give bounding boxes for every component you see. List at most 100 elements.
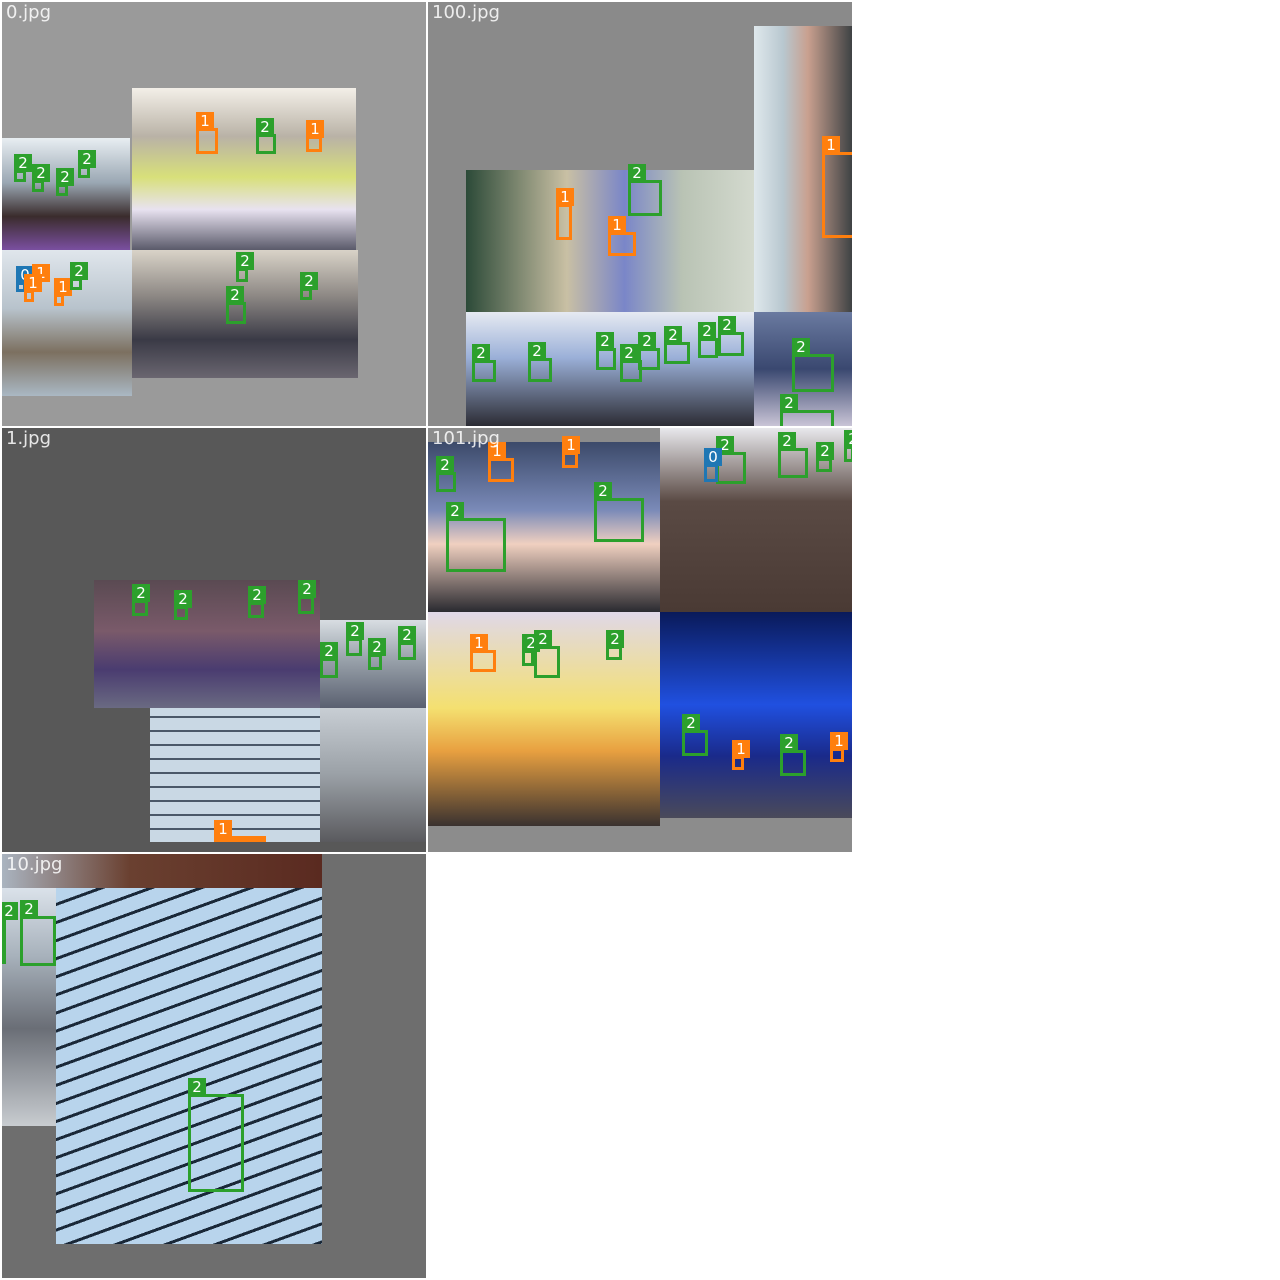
class-label: 2 [528,342,546,360]
mosaic-tile-10: 2 2 2 10.jpg [2,854,426,1278]
class-label: 2 [816,442,834,460]
detection-box: 1 [306,120,324,152]
class-label: 2 [32,164,50,182]
class-label: 2 [236,252,254,270]
class-label: 2 [718,316,736,334]
photo-tiled-wall [150,708,320,842]
detection-box: 2 [628,164,662,216]
class-label: 1 [830,732,848,750]
photo-station-cart [320,708,426,842]
class-label: 1 [608,216,626,234]
class-label: 1 [556,188,574,206]
class-label: 2 [596,332,614,350]
class-label: 1 [732,740,750,758]
detection-box: 1 [562,436,580,468]
detection-box: 2 [436,456,456,492]
tile-filename: 10.jpg [6,854,63,875]
detection-box: 2 [844,430,852,462]
class-label: 2 [56,168,74,186]
detection-box: 1 [24,274,42,302]
class-label: 2 [780,394,798,412]
tile-filename: 0.jpg [6,2,52,23]
class-label: 2 [346,622,364,640]
class-label: 2 [248,586,266,604]
class-label: 2 [778,432,796,450]
class-label: 2 [472,344,490,362]
class-label: 2 [14,154,32,172]
detection-box: 2 [256,118,276,154]
detection-box: 1 [556,188,574,240]
detection-box: 2 [14,154,32,182]
class-label: 2 [620,344,638,362]
class-label: 0 [704,448,722,466]
class-label: 2 [174,590,192,608]
detection-box: 2 [398,626,416,660]
detection-box: 2 [594,482,644,542]
detection-box: 2 [346,622,364,656]
class-label: 2 [132,584,150,602]
class-label: 2 [638,332,656,350]
detection-box: 2 [718,316,744,356]
detection-box: 1 [54,278,72,306]
class-label: 1 [822,136,840,154]
class-label: 2 [628,164,646,182]
detection-box: 2 [32,164,50,192]
detection-box: 2 [446,502,506,572]
tile-filename: 101.jpg [432,428,500,449]
class-label: 2 [780,734,798,752]
detection-box: 2 [778,432,808,478]
class-label: 2 [256,118,274,136]
class-label: 2 [792,338,810,356]
class-label: 2 [534,630,552,648]
detection-box: 2 [298,580,316,614]
detection-box: 2 [528,342,552,382]
detection-box: 2 [368,638,386,670]
detection-box: 2 [472,344,496,382]
detection-box: 2 [596,332,616,370]
detection-box: 2 [816,442,834,472]
mosaic-tile-1: 2 2 2 2 2 2 2 2 1 1.jpg [2,428,426,852]
detection-box: 2 [606,630,624,660]
class-label: 2 [594,482,612,500]
detection-box: 2 [226,286,246,324]
detection-box: 1 [470,634,496,672]
class-label: 2 [2,902,18,920]
class-label: 2 [698,322,716,340]
class-label: 2 [446,502,464,520]
detection-box: 2 [682,714,708,756]
class-label: 1 [24,274,42,292]
class-label: 2 [606,630,624,648]
mosaic-tile-0: 2 2 2 2 1 2 1 0 1 1 1 2 2 2 2 0.jpg [2,2,426,426]
detection-box: 2 [132,584,150,616]
detection-box: 2 [56,168,74,196]
class-label: 2 [320,642,338,660]
detection-box: 2 [248,586,266,618]
detection-box: 2 [2,902,18,964]
class-label: 2 [436,456,454,474]
detection-box: 1 [196,112,218,154]
class-label: 1 [562,436,580,454]
class-label: 2 [188,1078,206,1096]
detection-box: 2 [698,322,718,358]
detection-box: 2 [780,394,834,426]
detection-box: 2 [522,634,540,666]
class-label: 2 [78,150,96,168]
detection-box: 2 [320,642,338,678]
class-label: 1 [196,112,214,130]
detection-box: 2 [534,630,560,678]
detection-box: 2 [664,326,690,364]
detection-box: 2 [188,1078,244,1192]
tile-filename: 1.jpg [6,428,52,449]
detection-box: 1 [488,442,514,482]
class-label: 2 [20,900,38,918]
detection-box: 2 [174,590,192,620]
tile-filename: 100.jpg [432,2,500,23]
class-label: 2 [664,326,682,344]
mosaic-tile-101: 2 1 1 2 2 2 0 2 2 2 1 2 2 2 2 1 2 1 101.… [428,428,852,852]
detection-box: 2 [70,262,88,290]
detection-box: 0 [704,448,722,482]
detection-box: 2 [638,332,660,370]
detection-box: 2 [78,150,96,178]
class-label: 2 [70,262,88,280]
detection-box: 2 [792,338,834,392]
